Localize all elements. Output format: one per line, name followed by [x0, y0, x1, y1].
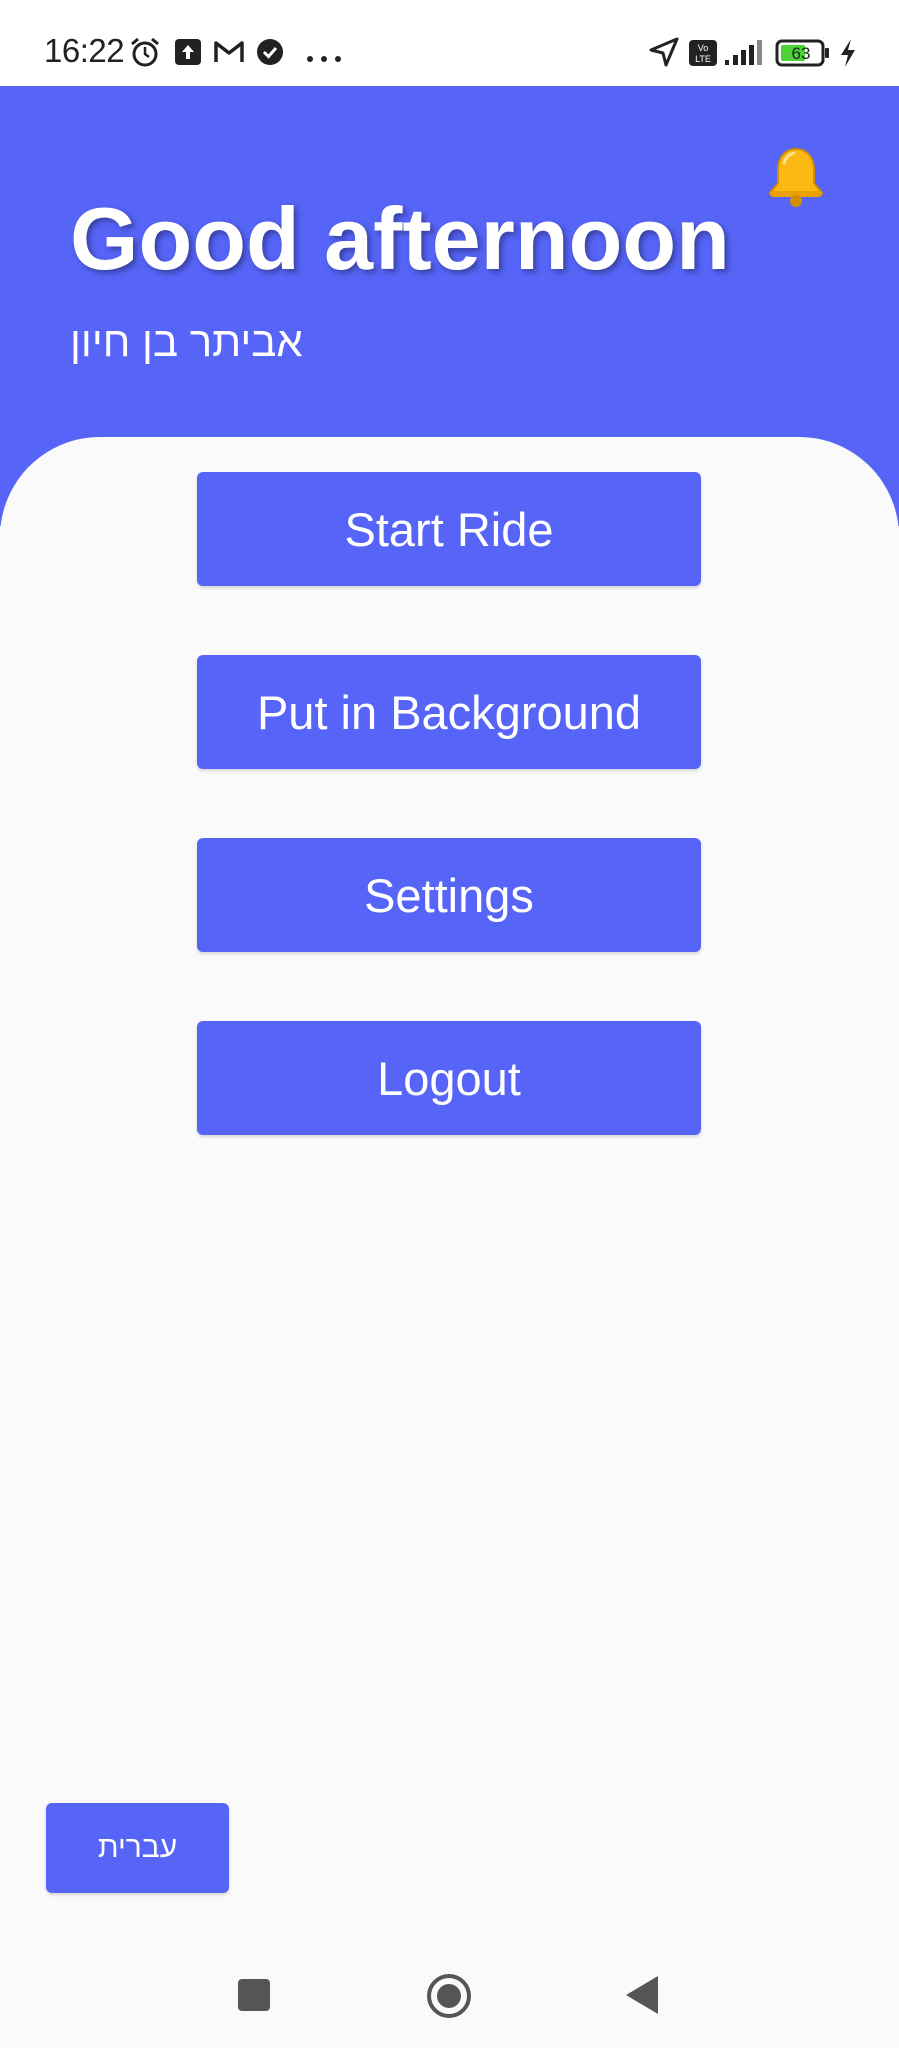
charging-bolt-icon	[838, 38, 858, 73]
recent-apps-icon[interactable]	[236, 1977, 272, 2018]
language-toggle-button[interactable]: עברית	[46, 1803, 229, 1893]
check-circle-icon	[256, 38, 284, 71]
bell-icon[interactable]	[762, 145, 830, 214]
more-dots-icon	[306, 50, 342, 68]
settings-button[interactable]: Settings	[197, 838, 701, 952]
greeting-title: Good afternoon	[70, 189, 730, 288]
location-arrow-icon	[648, 36, 680, 73]
status-time: 16:22	[44, 32, 125, 69]
svg-text:Vo: Vo	[698, 43, 709, 53]
back-icon[interactable]	[624, 1974, 660, 2021]
alarm-icon	[128, 35, 162, 74]
user-name: אביתר בן חיון	[70, 318, 303, 365]
svg-text:LTE: LTE	[695, 54, 711, 64]
signal-icon	[724, 38, 764, 71]
volte-icon: Vo LTE	[688, 39, 718, 72]
battery-level: 63	[791, 44, 811, 63]
gmail-icon	[214, 40, 244, 69]
status-bar: 16:22 Vo LTE 63	[0, 0, 899, 86]
start-ride-button[interactable]: Start Ride	[197, 472, 701, 586]
home-icon[interactable]	[425, 1972, 473, 2025]
logout-button[interactable]: Logout	[197, 1021, 701, 1135]
put-in-background-button[interactable]: Put in Background	[197, 655, 701, 769]
upload-icon	[174, 38, 202, 71]
